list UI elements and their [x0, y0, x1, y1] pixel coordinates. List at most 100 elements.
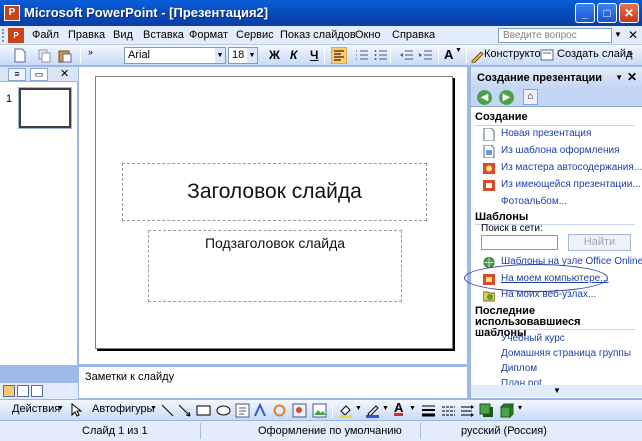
close-document-button[interactable]: ✕ [628, 28, 638, 42]
restore-button[interactable]: □ [597, 3, 617, 23]
menu-window[interactable]: Окно [355, 29, 381, 41]
link-from-template[interactable]: Из шаблона оформления [501, 145, 620, 156]
close-button[interactable]: ✕ [619, 3, 639, 23]
menu-file[interactable]: Файл [32, 29, 59, 41]
italic-button[interactable]: К [290, 48, 297, 63]
increase-font-size-icon[interactable]: A [444, 47, 453, 62]
link-new-presentation[interactable]: Новая презентация [501, 128, 591, 139]
shadow-style-icon[interactable] [479, 403, 494, 418]
title-placeholder[interactable]: Заголовок слайда [122, 163, 427, 221]
paste-icon[interactable] [57, 48, 72, 63]
slideshow-view-button[interactable] [31, 385, 43, 397]
picture-icon[interactable] [312, 403, 327, 418]
document-icon[interactable]: P [8, 28, 24, 43]
increase-indent-icon[interactable] [418, 48, 433, 63]
link-photo-album[interactable]: Фотоальбом... [501, 196, 567, 207]
blank-doc-icon [483, 128, 495, 141]
find-button[interactable]: Найти [568, 234, 631, 251]
menu-edit[interactable]: Правка [68, 29, 105, 41]
diagram-icon[interactable] [272, 403, 287, 418]
designer-button[interactable]: Конструктор [484, 48, 547, 63]
line-style-icon[interactable] [421, 403, 436, 418]
align-left-icon[interactable] [331, 47, 347, 64]
subtitle-placeholder[interactable]: Подзаголовок слайда [148, 230, 402, 302]
chevron-down-icon[interactable]: ▼ [382, 405, 389, 420]
slide-subtitle-text: Подзаголовок слайда [204, 235, 346, 251]
chevron-down-icon[interactable]: ▼ [150, 405, 157, 420]
font-name-combo[interactable]: Arial ▼ [124, 47, 226, 64]
standard-formatting-toolbar: » Arial ▼ 18 ▼ Ж К Ч A ▼ Конструктор Соз… [0, 45, 642, 66]
tab-slides[interactable]: ▭ [30, 68, 48, 81]
bold-button[interactable]: Ж [269, 48, 280, 63]
new-slide-button[interactable]: Создать слайд [557, 48, 632, 63]
toolbar-separator [80, 48, 81, 63]
copy-icon[interactable] [37, 48, 52, 63]
help-dropdown-icon[interactable]: ▼ [614, 30, 622, 39]
toolbar-overflow-icon[interactable]: » [88, 47, 93, 62]
line-color-icon[interactable] [365, 403, 380, 418]
menu-slideshow[interactable]: Показ слайдов [280, 29, 356, 41]
toolbar-grip[interactable] [2, 29, 5, 42]
back-icon[interactable]: ◀ [477, 90, 492, 105]
notes-pane[interactable]: Заметки к слайду [79, 366, 467, 399]
chevron-down-icon[interactable]: ▼ [355, 405, 362, 420]
font-size-combo[interactable]: 18 ▼ [228, 47, 258, 64]
close-pane-button[interactable]: ✕ [60, 67, 69, 82]
task-pane-scroll-down[interactable]: ▼ [471, 385, 642, 397]
chevron-down-icon[interactable]: ▼ [215, 48, 225, 63]
autoshapes-menu-button[interactable]: Автофигуры [92, 403, 155, 418]
recent-template-item[interactable]: Диплом [501, 363, 537, 374]
chevron-down-icon[interactable]: ▼ [409, 405, 416, 420]
menu-view[interactable]: Вид [113, 29, 133, 41]
forward-icon[interactable]: ▶ [499, 90, 514, 105]
home-icon[interactable]: ⌂ [523, 89, 538, 105]
slide-sorter-view-button[interactable] [17, 385, 29, 397]
oval-icon[interactable] [216, 403, 231, 418]
slide-thumbnail[interactable] [18, 87, 72, 129]
fill-color-icon[interactable] [338, 403, 353, 418]
recent-template-item[interactable]: Домашняя страница группы [501, 348, 631, 359]
underline-button[interactable]: Ч [310, 48, 318, 63]
toolbar-options-icon[interactable]: » [628, 48, 633, 63]
slide-canvas[interactable]: Заголовок слайда Подзаголовок слайда [95, 76, 453, 349]
clipart-icon[interactable] [292, 403, 307, 418]
chevron-down-icon[interactable]: ▼ [247, 48, 257, 63]
actions-menu-button[interactable]: Действия [12, 403, 60, 418]
new-slide-icon[interactable] [540, 48, 555, 63]
menu-help[interactable]: Справка [392, 29, 435, 41]
template-search-input[interactable] [481, 235, 558, 250]
menu-tools[interactable]: Сервис [236, 29, 274, 41]
help-question-input[interactable]: Введите вопрос [498, 28, 612, 43]
font-color-icon[interactable]: A [394, 401, 404, 416]
tab-outline[interactable]: ≡ [8, 68, 26, 81]
task-pane-menu-icon[interactable]: ▼ [615, 73, 623, 82]
template-icon [483, 145, 495, 158]
rectangle-icon[interactable] [196, 403, 211, 418]
3d-style-icon[interactable] [500, 403, 515, 418]
wordart-icon[interactable] [253, 403, 268, 418]
link-existing-presentation[interactable]: Из имеющейся презентации... [501, 179, 641, 190]
menu-format[interactable]: Формат [189, 29, 228, 41]
chevron-down-icon[interactable]: ▼ [57, 405, 64, 420]
arrow-style-icon[interactable] [460, 403, 475, 418]
minimize-button[interactable]: _ [575, 3, 595, 23]
toolbar-options-icon[interactable]: ▾ [518, 403, 522, 418]
recent-template-item[interactable]: Учебный курс [501, 333, 565, 344]
task-pane-close-button[interactable]: ✕ [627, 70, 637, 84]
link-autocontent-wizard[interactable]: Из мастера автосодержания... [501, 162, 642, 173]
bullet-list-icon[interactable] [373, 48, 388, 63]
select-pointer-icon[interactable] [68, 403, 83, 418]
designer-icon[interactable] [470, 48, 485, 63]
menu-insert[interactable]: Вставка [143, 29, 184, 41]
dash-style-icon[interactable] [441, 403, 456, 418]
decrease-indent-icon[interactable] [399, 48, 414, 63]
numbered-list-icon[interactable] [354, 48, 369, 63]
normal-view-button[interactable] [3, 385, 15, 397]
new-document-icon[interactable] [12, 48, 27, 63]
line-icon[interactable] [160, 403, 175, 418]
chevron-down-icon[interactable]: ▼ [455, 47, 462, 62]
arrow-icon[interactable] [177, 403, 192, 418]
textbox-icon[interactable] [235, 403, 250, 418]
highlight-oval [464, 264, 608, 292]
powerpoint-icon[interactable]: P [4, 5, 20, 21]
